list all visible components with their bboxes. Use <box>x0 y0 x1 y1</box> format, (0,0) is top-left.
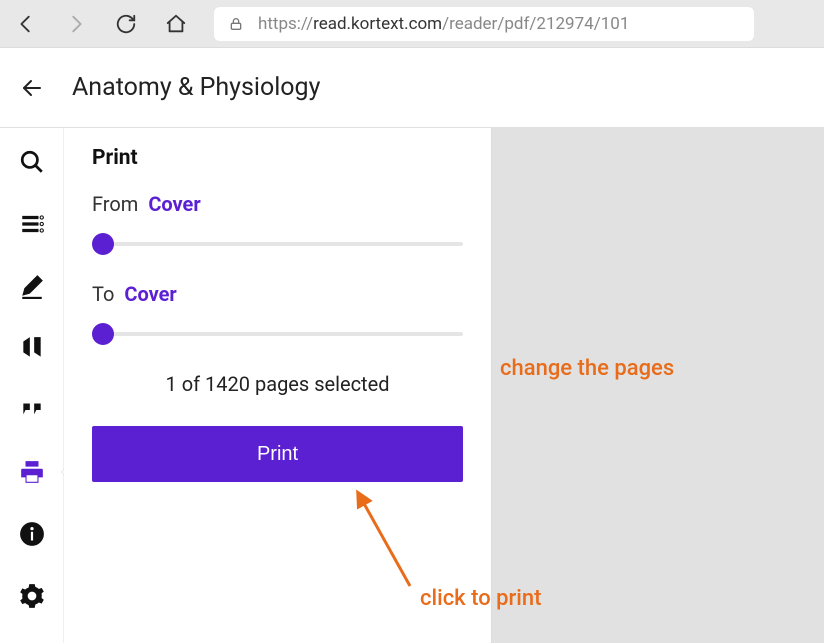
bookmarks-icon[interactable] <box>18 334 46 362</box>
to-slider[interactable] <box>92 322 463 346</box>
panel-title: Print <box>92 146 463 170</box>
sidebar <box>0 128 64 643</box>
quotes-icon[interactable] <box>18 396 46 424</box>
to-slider-group: To Cover <box>92 282 463 346</box>
slider-track <box>104 332 463 336</box>
from-slider-group: From Cover <box>92 192 463 256</box>
content-area <box>492 128 824 643</box>
main: Print From Cover To Cover <box>0 128 824 643</box>
slider-thumb[interactable] <box>92 323 114 345</box>
from-value: Cover <box>148 192 200 216</box>
address-bar[interactable]: https://read.kortext.com/reader/pdf/2129… <box>214 7 754 41</box>
print-icon[interactable] <box>18 458 46 486</box>
forward-icon[interactable] <box>64 12 88 36</box>
url: https://read.kortext.com/reader/pdf/2129… <box>258 14 629 34</box>
search-icon[interactable] <box>18 148 46 176</box>
lock-icon <box>228 16 244 32</box>
contents-icon[interactable] <box>18 210 46 238</box>
reload-icon[interactable] <box>114 12 138 36</box>
slider-thumb[interactable] <box>92 233 114 255</box>
from-slider[interactable] <box>92 232 463 256</box>
to-value: Cover <box>124 282 176 306</box>
print-panel: Print From Cover To Cover <box>64 128 492 643</box>
settings-icon[interactable] <box>18 582 46 610</box>
app: Anatomy & Physiology <box>0 48 824 643</box>
to-label: To <box>92 282 114 306</box>
app-header: Anatomy & Physiology <box>0 48 824 128</box>
info-icon[interactable] <box>18 520 46 548</box>
home-icon[interactable] <box>164 12 188 36</box>
notes-icon[interactable] <box>18 272 46 300</box>
from-label: From <box>92 192 138 216</box>
browser-chrome: https://read.kortext.com/reader/pdf/2129… <box>0 0 824 48</box>
slider-track <box>104 242 463 246</box>
app-back-icon[interactable] <box>20 76 44 100</box>
back-icon[interactable] <box>14 12 38 36</box>
pages-selected-status: 1 of 1420 pages selected <box>92 372 463 396</box>
page-title: Anatomy & Physiology <box>72 73 320 102</box>
print-button[interactable]: Print <box>92 426 463 482</box>
